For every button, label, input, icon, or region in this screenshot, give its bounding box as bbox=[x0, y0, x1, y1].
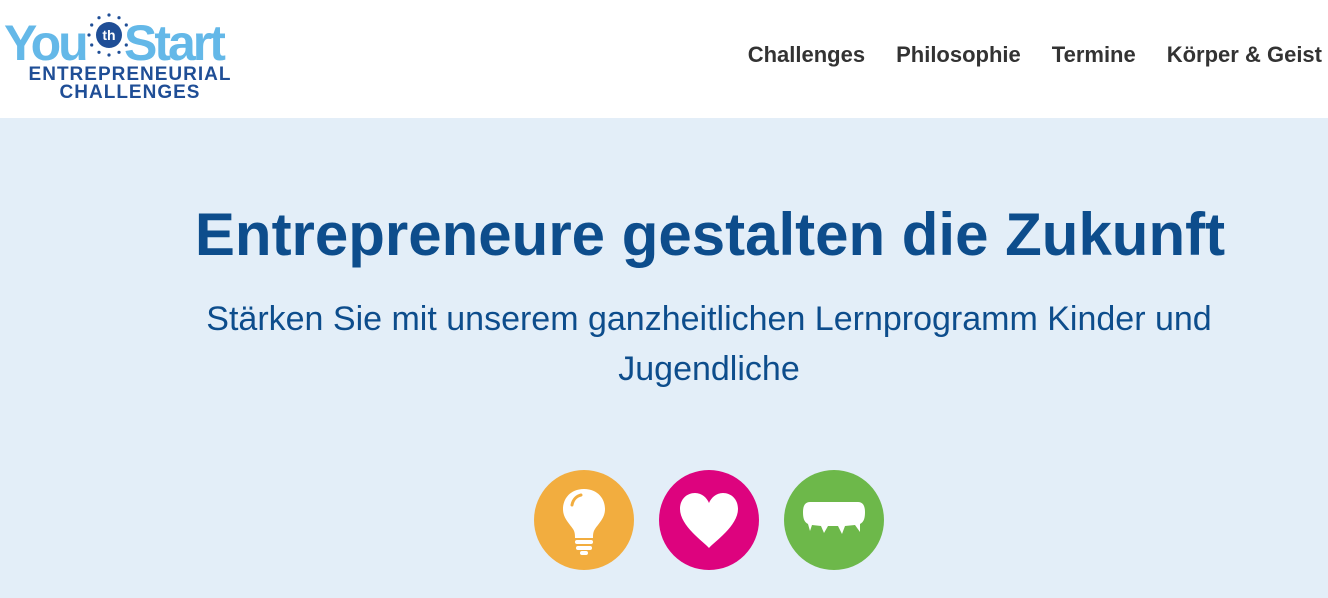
main-nav: Challenges Philosophie Termine Körper & … bbox=[717, 42, 1322, 68]
speech-bubble-circle bbox=[784, 470, 884, 570]
logo-tagline-line2: CHALLENGES bbox=[59, 82, 201, 103]
heart-icon bbox=[680, 493, 738, 548]
speech-bubble-icon bbox=[803, 502, 865, 534]
logo-badge-text: th bbox=[102, 27, 115, 43]
nav-item-termine[interactable]: Termine bbox=[1052, 42, 1136, 68]
youthstart-logo[interactable]: You th Start ENTREPRENEURIAL CHALLENGES bbox=[4, 10, 256, 106]
lightbulb-icon bbox=[563, 489, 605, 555]
hero-title: Entrepreneure gestalten die Zukunft bbox=[194, 201, 1226, 268]
hero-section: Entrepreneure gestalten die Zukunft Stär… bbox=[0, 118, 1328, 598]
heart-circle bbox=[659, 470, 759, 570]
nav-item-koerper-geist[interactable]: Körper & Geist bbox=[1167, 42, 1322, 68]
hero-subtitle: Stärken Sie mit unserem ganzheitlichen L… bbox=[206, 300, 1212, 388]
feature-icons bbox=[534, 470, 886, 570]
nav-item-challenges[interactable]: Challenges bbox=[748, 42, 865, 68]
logo-word-you: You bbox=[4, 15, 89, 71]
logo-word-start: Start bbox=[124, 15, 226, 71]
lightbulb-circle bbox=[534, 470, 634, 570]
site-header: You th Start ENTREPRENEURIAL CHALLENGES bbox=[0, 0, 1328, 118]
nav-item-philosophie[interactable]: Philosophie bbox=[896, 42, 1021, 68]
